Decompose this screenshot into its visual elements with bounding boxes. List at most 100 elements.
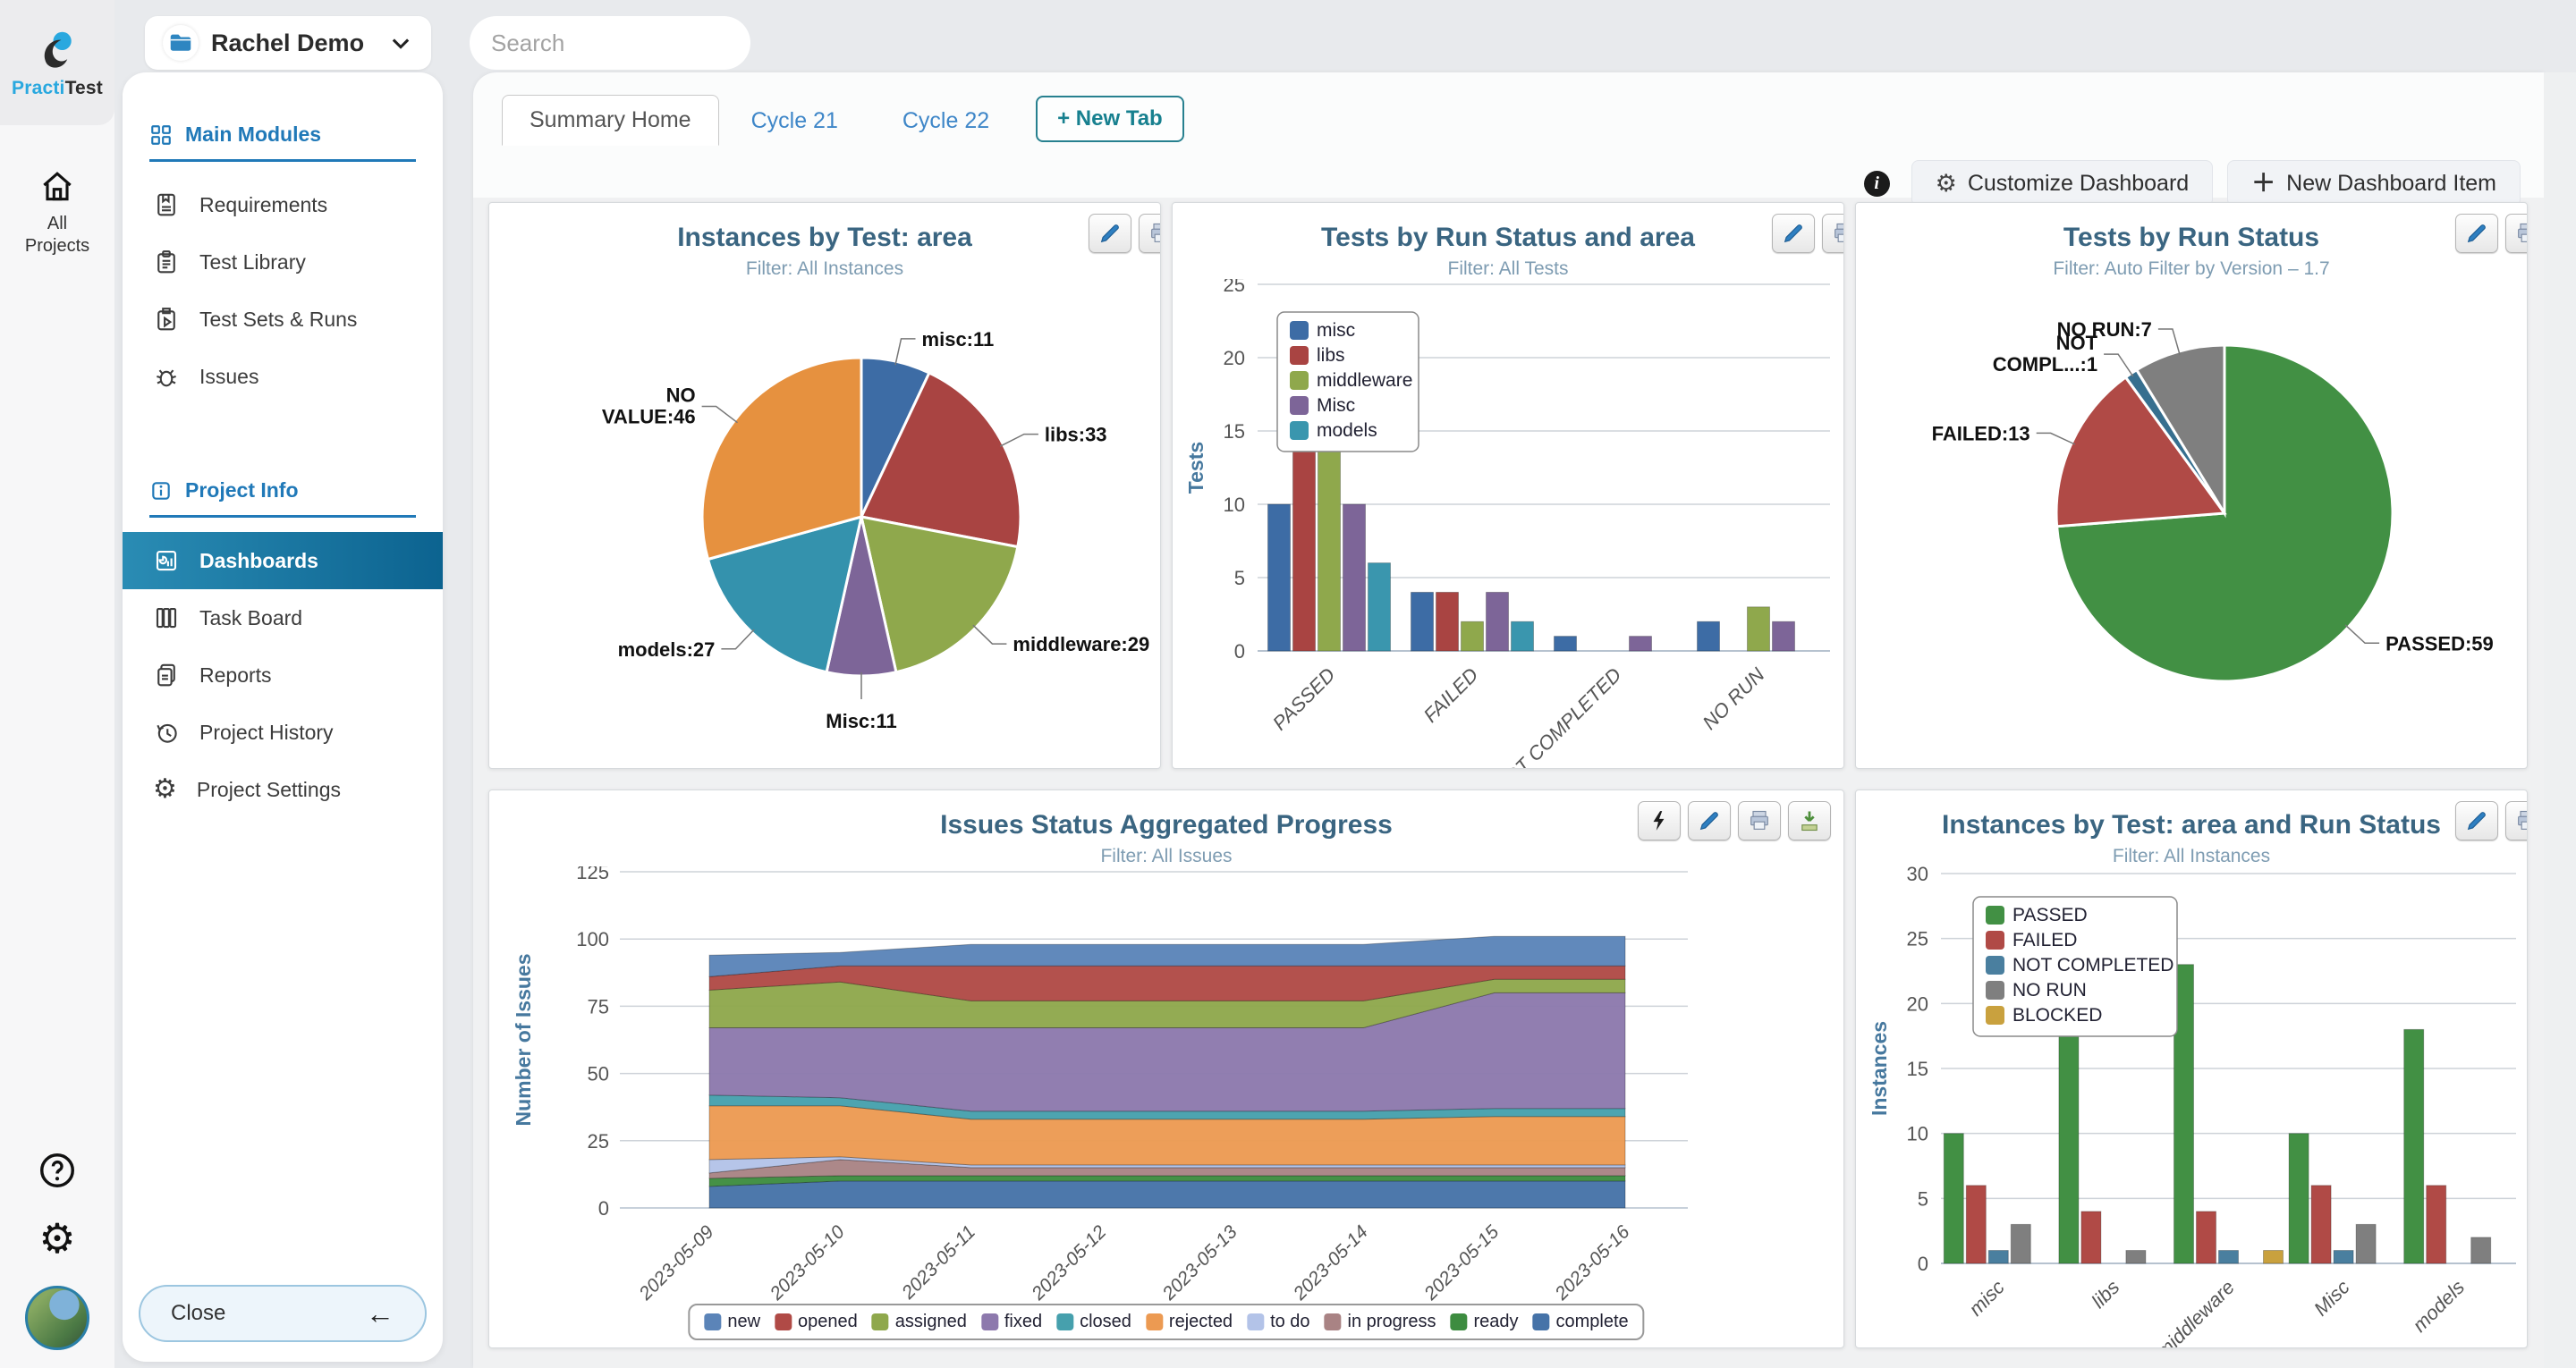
bar-no-run-libs[interactable] [2126,1251,2146,1264]
sidebar-item-requirements[interactable]: Requirements [123,176,443,233]
library-icon [153,249,180,275]
legend-item-closed[interactable]: closed [1056,1312,1131,1332]
legend-item-in-progress[interactable]: in progress [1325,1312,1436,1332]
legend-item-ready[interactable]: ready [1450,1312,1518,1332]
practitest-logo[interactable]: PractiTest [0,0,114,125]
edit-chart-button[interactable] [2455,801,2498,840]
svg-text:5: 5 [1234,567,1245,589]
new-dashboard-item-button[interactable]: ＋ New Dashboard Item [2227,160,2521,207]
sidebar-item-project-settings[interactable]: ⚙Project Settings [123,761,443,818]
bar-no-run-misc[interactable] [2356,1224,2376,1263]
bar-libs-failed[interactable] [1436,592,1459,651]
legend-item-assigned[interactable]: assigned [872,1312,967,1332]
edit-chart-button[interactable] [1772,214,1815,253]
user-avatar[interactable] [25,1286,89,1350]
help-icon[interactable] [37,1150,78,1191]
sidebar-item-label: Dashboards [199,549,318,573]
sidebar-item-issues[interactable]: Issues [123,348,443,405]
print-chart-button[interactable] [2505,801,2528,840]
bar-middleware-failed[interactable] [1462,621,1484,651]
bar-models-failed[interactable] [1512,621,1534,651]
bar-misc-passed[interactable] [1343,504,1366,651]
new-dashboard-item-label: New Dashboard Item [2286,171,2496,197]
legend-item-to-do[interactable]: to do [1247,1312,1309,1332]
settings-gear-icon[interactable]: ⚙ [38,1218,75,1259]
bar-misc-passed[interactable] [1268,504,1291,651]
chart-filter: Filter: All Tests [1173,258,1843,280]
sidebar-item-reports[interactable]: Reports [123,646,443,704]
sidebar-item-dashboards[interactable]: Dashboards [123,532,443,589]
main-content: Summary HomeCycle 21Cycle 22 + New Tab i… [473,72,2544,1368]
sidebar-item-project-history[interactable]: Project History [123,704,443,761]
legend-item-fixed[interactable]: fixed [981,1312,1042,1332]
reports-icon [153,662,180,688]
bar-not-completed-misc[interactable] [1988,1251,2008,1264]
bolt-chart-button[interactable] [1638,801,1681,840]
bar-blocked-middleware[interactable] [2264,1251,2284,1264]
bar-misc-failed[interactable] [1411,592,1434,651]
sidebar-section-project-info[interactable]: Project Info [149,478,416,518]
search-bar [470,16,750,70]
sidebar-item-task-board[interactable]: Task Board [123,589,443,646]
bar-not-completed-misc[interactable] [2334,1251,2353,1264]
print-chart-button[interactable] [1822,214,1844,253]
svg-text:Instances: Instances [1868,1021,1891,1116]
svg-text:BLOCKED: BLOCKED [2012,1005,2102,1026]
print-chart-button[interactable] [1738,801,1781,840]
edit-chart-button[interactable] [1089,214,1131,253]
bar-misc-failed[interactable] [1487,592,1509,651]
bar-misc-not-completed[interactable] [1555,637,1577,651]
info-icon[interactable]: i [1864,171,1890,197]
tab-cycle-22[interactable]: Cycle 22 [870,97,1021,146]
bar-failed-misc[interactable] [2311,1186,2331,1263]
sidebar: Main Modules RequirementsTest Library Test… [123,72,443,1362]
legend-item-complete[interactable]: complete [1533,1312,1629,1332]
panel-tests-by-run-status-and-area: Tests by Run Status and area Filter: All… [1172,202,1844,769]
sidebar-close-button[interactable]: Close ← [139,1285,427,1342]
bar-misc-not-completed[interactable] [1630,637,1652,651]
project-selector[interactable]: Rachel Demo [145,16,431,70]
print-chart-button[interactable] [2505,214,2528,253]
bar-misc-no-run[interactable] [1698,621,1720,651]
all-projects-button[interactable]: AllProjects [0,166,114,258]
chart-filter: Filter: Auto Filter by Version – 1.7 [1856,258,2527,280]
bar-middleware-no-run[interactable] [1748,607,1770,651]
new-tab-button[interactable]: + New Tab [1036,96,1184,142]
customize-dashboard-button[interactable]: ⚙ Customize Dashboard [1911,160,2214,207]
search-input[interactable] [489,29,792,58]
bar-no-run-models[interactable] [2471,1237,2491,1263]
project-name: Rachel Demo [211,30,376,57]
bar-not-completed-middleware[interactable] [2219,1251,2239,1264]
sidebar-item-test-sets-runs[interactable]: Test Sets & Runs [123,291,443,348]
area-complete[interactable] [709,1181,1625,1208]
edit-chart-button[interactable] [2455,214,2498,253]
bar-passed-misc[interactable] [2289,1134,2309,1263]
chart-title: Tests by Run Status [1856,223,2527,253]
bar-misc-no-run[interactable] [1773,621,1795,651]
edit-icon [1697,808,1722,833]
pie-label-libs: libs:33 [1045,424,1107,446]
tab-summary-home[interactable]: Summary Home [502,95,719,146]
scrollbar[interactable] [2544,72,2576,1368]
bar-no-run-misc[interactable] [2011,1224,2030,1263]
edit-chart-button[interactable] [1688,801,1731,840]
print-icon [2514,808,2528,833]
bar-failed-middleware[interactable] [2197,1212,2216,1263]
sidebar-section-main-modules[interactable]: Main Modules [149,122,416,162]
bar-failed-models[interactable] [2427,1186,2446,1263]
bar-passed-models[interactable] [2404,1029,2424,1263]
legend-item-opened[interactable]: opened [775,1312,858,1332]
bar-passed-misc[interactable] [1944,1134,1963,1263]
bar-models-passed[interactable] [1368,563,1391,651]
bar-failed-misc[interactable] [1966,1186,1986,1263]
print-icon [1747,808,1772,833]
print-chart-button[interactable] [1139,214,1161,253]
download-chart-button[interactable] [1788,801,1831,840]
tab-cycle-21[interactable]: Cycle 21 [719,97,870,146]
legend-item-new[interactable]: new [704,1312,760,1332]
legend-item-rejected[interactable]: rejected [1146,1312,1233,1332]
sidebar-item-label: Test Sets & Runs [199,308,357,332]
sidebar-item-test-library[interactable]: Test Library [123,233,443,291]
svg-text:Tests: Tests [1184,442,1208,494]
bar-failed-libs[interactable] [2081,1212,2101,1263]
